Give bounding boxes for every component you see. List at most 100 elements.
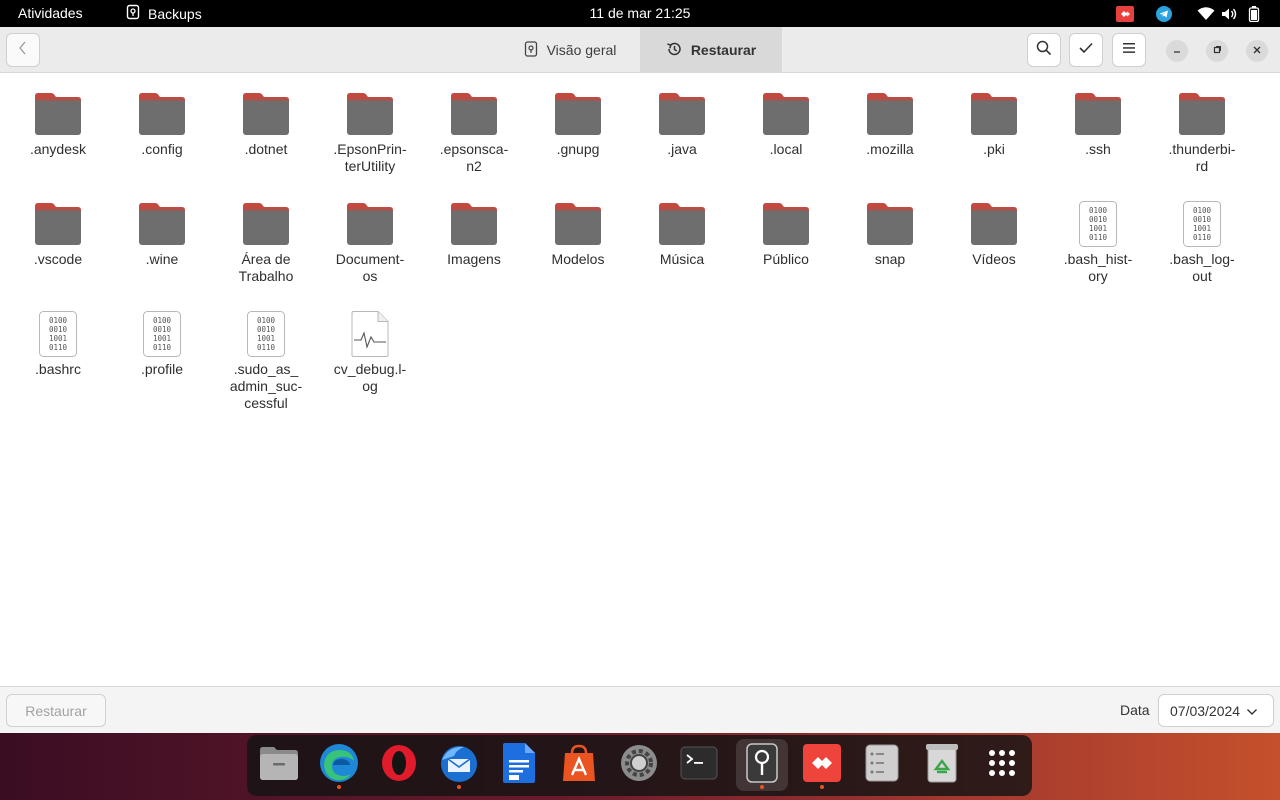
anydesk-tray-icon[interactable] (1113, 4, 1137, 23)
date-dropdown[interactable]: 07/03/2024 (1158, 694, 1274, 727)
file-item[interactable]: 0100 0010 1001 0110 .sudo_as_ admin_suc-… (214, 310, 318, 412)
file-item[interactable]: 0100 0010 1001 0110 .bash_log- out (1150, 200, 1254, 285)
file-name: cv_debug.l- og (333, 361, 407, 394)
folder-item[interactable]: .config (110, 90, 214, 158)
search-button[interactable] (1027, 33, 1061, 67)
telegram-tray-icon[interactable] (1152, 4, 1176, 23)
folder-item[interactable]: Música (630, 200, 734, 268)
folder-item[interactable]: Document- os (318, 200, 422, 285)
folder-item[interactable]: .mozilla (838, 90, 942, 158)
svg-text:0010: 0010 (49, 325, 68, 334)
svg-text:0100: 0100 (257, 316, 276, 325)
folder-item[interactable]: .java (630, 90, 734, 158)
svg-text:0110: 0110 (49, 343, 68, 352)
tab-restore[interactable]: Restaurar (640, 27, 782, 73)
folder-icon (1178, 90, 1226, 138)
file-name: .wine (145, 251, 179, 267)
wifi-icon[interactable] (1194, 4, 1218, 23)
dock-item[interactable] (433, 739, 485, 791)
dock-item[interactable] (976, 739, 1028, 791)
file-name: .bash_log- out (1169, 251, 1235, 284)
file-item[interactable]: 0100 0010 1001 0110 .profile (110, 310, 214, 378)
dock-item[interactable] (313, 739, 365, 791)
dock-item[interactable] (856, 739, 908, 791)
svg-text:0110: 0110 (257, 343, 276, 352)
file-name: .dotnet (244, 141, 288, 157)
folder-icon (1074, 90, 1122, 138)
minimize-button[interactable] (1166, 40, 1188, 62)
back-button[interactable] (6, 33, 40, 67)
svg-text:0010: 0010 (153, 325, 172, 334)
restore-button[interactable]: Restaurar (6, 694, 106, 727)
svg-text:0110: 0110 (1193, 233, 1212, 242)
edge-browser-icon (319, 743, 359, 788)
tab-overview-label: Visão geral (546, 42, 617, 58)
date-label: Data (1120, 702, 1150, 718)
dock-item[interactable] (253, 739, 305, 791)
dock-item[interactable] (493, 739, 545, 791)
battery-icon[interactable] (1242, 4, 1266, 23)
file-item[interactable]: cv_debug.l- og (318, 310, 422, 395)
folder-item[interactable]: .local (734, 90, 838, 158)
file-name: .epsonsca- n2 (439, 141, 509, 174)
file-name: .local (769, 141, 803, 157)
selection-mode-button[interactable] (1069, 33, 1103, 67)
clock[interactable]: 11 de mar 21:25 (590, 5, 691, 21)
folder-item[interactable]: .ssh (1046, 90, 1150, 158)
folder-item[interactable]: Vídeos (942, 200, 1046, 268)
folder-item[interactable]: snap (838, 200, 942, 268)
folder-item[interactable]: Modelos (526, 200, 630, 268)
folder-item[interactable]: .thunderbi- rd (1150, 90, 1254, 175)
file-name: Público (763, 251, 809, 267)
svg-text:0100: 0100 (153, 316, 172, 325)
svg-text:0010: 0010 (1193, 215, 1212, 224)
hamburger-menu-icon (1122, 41, 1136, 59)
file-name: .bashrc (35, 361, 81, 377)
action-bar: Restaurar Data 07/03/2024 (0, 686, 1280, 733)
folder-item[interactable]: .anydesk (6, 90, 110, 158)
file-item[interactable]: 0100 0010 1001 0110 .bash_hist- ory (1046, 200, 1150, 285)
dock-item[interactable] (916, 739, 968, 791)
dock-item[interactable] (673, 739, 725, 791)
anydesk-icon (803, 743, 841, 787)
folder-item[interactable]: Área de Trabalho (214, 200, 318, 285)
activities-button[interactable]: Atividades (18, 5, 83, 21)
file-name: .anydesk (29, 141, 87, 157)
close-button[interactable] (1246, 40, 1268, 62)
main-menu-button[interactable] (1112, 33, 1146, 67)
svg-text:0100: 0100 (1193, 206, 1212, 215)
folder-item[interactable]: .EpsonPrin- terUtility (318, 90, 422, 175)
file-name: .gnupg (556, 141, 600, 157)
dock-item[interactable] (553, 739, 605, 791)
top-bar: Atividades Backups 11 de mar 21:25 (0, 0, 1280, 27)
folder-item[interactable]: .epsonsca- n2 (422, 90, 526, 175)
svg-text:1001: 1001 (49, 334, 67, 343)
file-name: .EpsonPrin- terUtility (333, 141, 407, 174)
folder-item[interactable]: .gnupg (526, 90, 630, 158)
folder-item[interactable]: .vscode (6, 200, 110, 268)
system-tray[interactable] (1113, 4, 1266, 23)
app-menu[interactable]: Backups (125, 4, 202, 23)
tab-overview[interactable]: Visão geral (500, 27, 640, 73)
file-manager-alt-icon (865, 744, 899, 787)
safe-icon (524, 40, 538, 60)
dock-item[interactable] (613, 739, 665, 791)
maximize-button[interactable] (1206, 40, 1228, 62)
volume-icon[interactable] (1218, 4, 1242, 23)
svg-text:1001: 1001 (1089, 224, 1107, 233)
thunderbird-icon (438, 742, 480, 789)
folder-item[interactable]: Público (734, 200, 838, 268)
folder-item[interactable]: Imagens (422, 200, 526, 268)
dock-item[interactable] (796, 739, 848, 791)
running-indicator (457, 785, 461, 789)
file-item[interactable]: 0100 0010 1001 0110 .bashrc (6, 310, 110, 378)
dock-item[interactable] (736, 739, 788, 791)
svg-text:0110: 0110 (1089, 233, 1108, 242)
dock-item[interactable] (373, 739, 425, 791)
folder-item[interactable]: .dotnet (214, 90, 318, 158)
folder-item[interactable]: .wine (110, 200, 214, 268)
backups-icon (745, 742, 779, 788)
folder-item[interactable]: .pki (942, 90, 1046, 158)
settings-icon (619, 743, 659, 788)
close-icon (1252, 42, 1262, 60)
